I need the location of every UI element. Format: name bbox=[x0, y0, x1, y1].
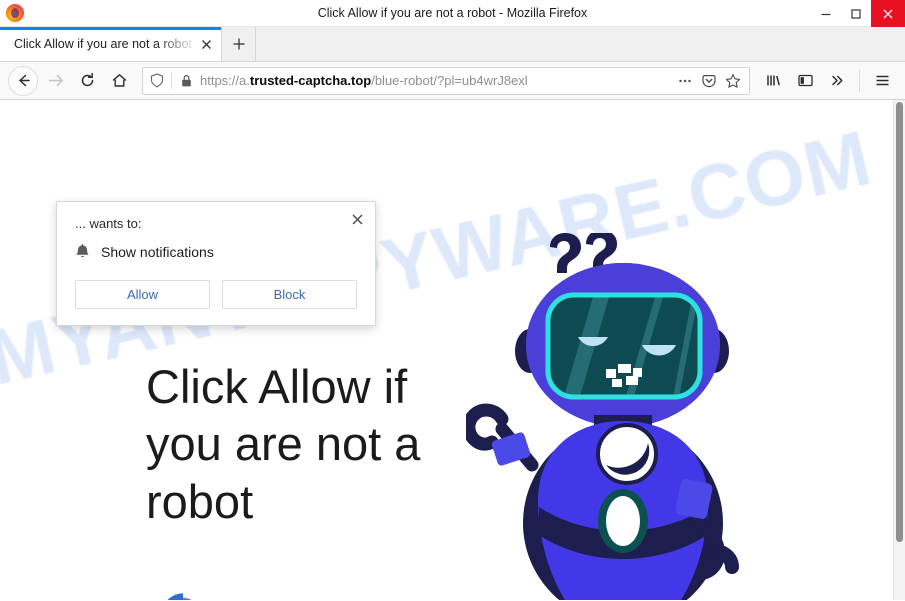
bookmark-star-icon[interactable] bbox=[723, 73, 743, 89]
page-scrollbar[interactable] bbox=[893, 100, 905, 600]
popup-permission-row: Show notifications bbox=[75, 244, 357, 260]
popup-actions: Allow Block bbox=[75, 280, 357, 309]
home-button[interactable] bbox=[104, 66, 134, 96]
close-window-button[interactable] bbox=[871, 0, 905, 27]
navigation-toolbar: https://a.trusted-captcha.top/blue-robot… bbox=[0, 62, 905, 100]
forward-button bbox=[40, 66, 70, 96]
page-scrollbar-thumb[interactable] bbox=[896, 102, 903, 542]
url-text[interactable]: https://a.trusted-captcha.top/blue-robot… bbox=[200, 73, 671, 88]
reload-button[interactable] bbox=[72, 66, 102, 96]
new-tab-button[interactable] bbox=[222, 27, 256, 61]
tabbar-empty-space bbox=[256, 27, 905, 61]
block-button[interactable]: Block bbox=[222, 280, 357, 309]
url-bar[interactable]: https://a.trusted-captcha.top/blue-robot… bbox=[142, 66, 750, 95]
window-titlebar: Click Allow if you are not a robot - Moz… bbox=[0, 0, 905, 27]
browser-viewport: MYANTISPYWARE.COM Click Allow if you are… bbox=[0, 100, 905, 600]
popup-permission-label: Show notifications bbox=[101, 244, 214, 260]
url-scheme: https://a. bbox=[200, 73, 250, 88]
tab-title: Click Allow if you are not a robot bbox=[14, 37, 192, 51]
pocket-icon[interactable] bbox=[699, 73, 719, 89]
ecaptcha-logo: E-CAPTCHA bbox=[152, 592, 214, 600]
popup-origin-text: ... wants to: bbox=[75, 216, 142, 231]
notification-permission-popup: ... wants to: Show notifications Allow B… bbox=[56, 201, 376, 326]
page-headline: Click Allow if you are not a robot bbox=[146, 360, 421, 528]
web-page-content: MYANTISPYWARE.COM Click Allow if you are… bbox=[0, 100, 893, 600]
robot-illustration bbox=[466, 233, 739, 600]
url-path: /blue-robot/?pl=ub4wrJ8exl bbox=[371, 73, 528, 88]
tracking-protection-shield-icon[interactable] bbox=[147, 73, 167, 88]
allow-button[interactable]: Allow bbox=[75, 280, 210, 309]
browser-tab-active[interactable]: Click Allow if you are not a robot bbox=[0, 27, 222, 61]
ecaptcha-c-icon bbox=[167, 593, 192, 600]
hamburger-menu-icon[interactable] bbox=[867, 66, 897, 96]
bell-icon bbox=[75, 244, 90, 260]
firefox-logo-icon bbox=[6, 4, 24, 22]
close-popup-icon[interactable] bbox=[347, 209, 367, 229]
toolbar-separator bbox=[859, 69, 860, 92]
url-host: trusted-captcha.top bbox=[249, 73, 372, 88]
overflow-chevron-icon[interactable] bbox=[822, 66, 852, 96]
close-tab-icon[interactable] bbox=[197, 35, 215, 53]
page-actions-icon[interactable] bbox=[675, 73, 695, 89]
library-icon[interactable] bbox=[758, 66, 788, 96]
toolbar-right-actions bbox=[758, 66, 897, 96]
tab-bar: Click Allow if you are not a robot bbox=[0, 27, 905, 62]
lock-icon[interactable] bbox=[176, 74, 196, 88]
minimize-button[interactable] bbox=[811, 0, 841, 27]
maximize-button[interactable] bbox=[841, 0, 871, 27]
back-button[interactable] bbox=[8, 65, 38, 96]
sidebar-icon[interactable] bbox=[790, 66, 820, 96]
urlbar-divider bbox=[171, 72, 172, 89]
window-title: Click Allow if you are not a robot - Moz… bbox=[317, 5, 588, 20]
window-controls bbox=[811, 0, 905, 27]
